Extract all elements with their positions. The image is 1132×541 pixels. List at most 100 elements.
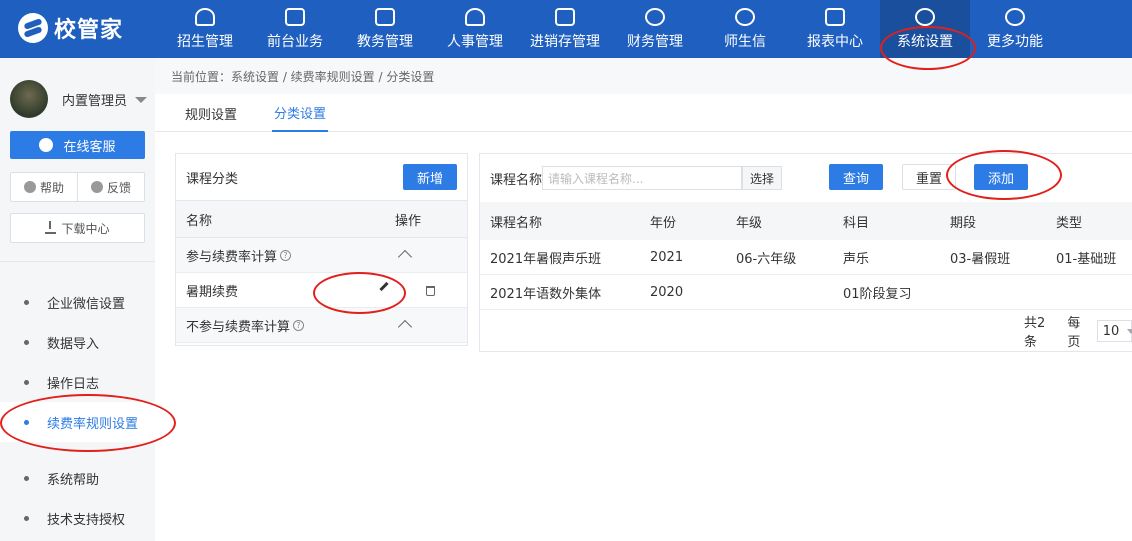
nav-item-front-desk[interactable]: 前台业务 bbox=[255, 0, 335, 58]
sidebar-item-label: 企业微信设置 bbox=[47, 296, 126, 312]
page-size-select[interactable]: 10 bbox=[1096, 320, 1132, 342]
app-logo[interactable]: 校管家 bbox=[18, 11, 123, 45]
sidebar-item-tech-support[interactable]: 技术支持授权 bbox=[0, 498, 155, 538]
nav-item-academic[interactable]: 教务管理 bbox=[345, 0, 425, 58]
nav-item-inventory[interactable]: 进销存管理 bbox=[520, 0, 610, 58]
logo-text: 校管家 bbox=[54, 18, 124, 43]
download-center-button[interactable]: 下载中心 bbox=[10, 213, 145, 243]
help-question-icon[interactable]: ? bbox=[280, 249, 292, 261]
question-icon bbox=[23, 181, 36, 193]
nav-item-finance[interactable]: 财务管理 bbox=[615, 0, 695, 58]
avatar bbox=[10, 80, 48, 118]
course-table-header: 课程名称 年份 年级 科目 期段 类型 bbox=[480, 202, 1132, 240]
table-cell: 2021 bbox=[650, 249, 684, 265]
annotation-circle bbox=[946, 150, 1062, 200]
nav-item-label: 师生信 bbox=[724, 33, 766, 50]
nav-item-label: 报表中心 bbox=[807, 33, 863, 50]
sidebar-item-import[interactable]: 数据导入 bbox=[0, 322, 155, 362]
new-category-button[interactable]: 新增 bbox=[402, 164, 457, 190]
sidebar-item-wecom[interactable]: 企业微信设置 bbox=[0, 282, 155, 322]
pagination: 共2条 每页 10 bbox=[1024, 316, 1132, 350]
nav-item-label: 财务管理 bbox=[627, 33, 683, 50]
table-cell: 声乐 bbox=[843, 251, 870, 267]
sidebar-divider bbox=[0, 261, 155, 262]
caret-down-icon bbox=[135, 97, 148, 103]
nav-item-more[interactable]: 更多功能 bbox=[975, 0, 1055, 58]
sidebar-item-label: 操作日志 bbox=[47, 376, 100, 392]
inventory-icon bbox=[555, 7, 575, 26]
column-header: 期段 bbox=[950, 215, 977, 231]
column-header: 类型 bbox=[1056, 215, 1083, 231]
help-feedback-group: 帮助 反馈 bbox=[10, 172, 145, 202]
category-item-label: 暑期续费 bbox=[186, 284, 239, 300]
nav-item-label: 进销存管理 bbox=[530, 33, 600, 50]
nav-item-label: 教务管理 bbox=[357, 33, 413, 50]
nav-item-reports[interactable]: 报表中心 bbox=[795, 0, 875, 58]
feedback-label: 反馈 bbox=[106, 180, 131, 195]
help-label: 帮助 bbox=[39, 180, 64, 195]
tab-rule-settings[interactable]: 规则设置 bbox=[185, 94, 237, 132]
chat-bubble-icon bbox=[39, 138, 54, 152]
download-label: 下载中心 bbox=[61, 221, 110, 236]
nav-item-messages[interactable]: 师生信 bbox=[705, 0, 785, 58]
bullet-icon bbox=[24, 515, 29, 521]
nav-item-hr[interactable]: 人事管理 bbox=[435, 0, 515, 58]
chat-icon bbox=[735, 7, 755, 26]
download-icon bbox=[45, 220, 57, 234]
bullet-icon bbox=[24, 379, 29, 385]
sidebar-item-label: 数据导入 bbox=[47, 336, 100, 352]
annotation-circle bbox=[0, 394, 176, 452]
chevron-up-icon[interactable] bbox=[397, 249, 413, 265]
table-row[interactable]: 2021年语数外集体 2020 01阶段复习 bbox=[480, 275, 1132, 310]
user-name: 内置管理员 bbox=[62, 93, 128, 109]
column-header: 年级 bbox=[736, 215, 763, 231]
course-name-filter-label: 课程名称 bbox=[490, 172, 543, 188]
table-cell: 01阶段复习 bbox=[843, 286, 912, 302]
category-panel-header: 课程分类 新增 bbox=[176, 154, 467, 200]
report-icon bbox=[825, 7, 845, 26]
tab-category-settings[interactable]: 分类设置 bbox=[272, 94, 329, 132]
feedback-icon bbox=[90, 181, 103, 193]
chevron-up-icon[interactable] bbox=[397, 319, 413, 335]
column-header: 科目 bbox=[843, 215, 870, 231]
category-panel-title: 课程分类 bbox=[186, 171, 239, 187]
column-header-name: 名称 bbox=[186, 213, 213, 229]
nav-item-label: 更多功能 bbox=[987, 33, 1043, 50]
category-table-header: 名称 操作 bbox=[176, 200, 467, 238]
online-service-label: 在线客服 bbox=[63, 139, 116, 155]
category-group-row[interactable]: 参与续费率计算 ? bbox=[176, 238, 467, 273]
table-cell: 2021年语数外集体 bbox=[490, 286, 602, 302]
course-name-input[interactable]: 请输入课程名称... bbox=[542, 166, 742, 190]
breadcrumb: 当前位置：系统设置 / 续费率规则设置 / 分类设置 bbox=[155, 58, 1132, 94]
help-button[interactable]: 帮助 bbox=[11, 173, 77, 201]
person-plus-icon bbox=[195, 7, 215, 26]
finance-icon bbox=[645, 7, 665, 26]
table-cell: 03-暑假班 bbox=[950, 251, 1011, 267]
help-question-icon[interactable]: ? bbox=[293, 319, 305, 331]
sidebar-item-help[interactable]: 系统帮助 bbox=[0, 458, 155, 498]
column-header: 课程名称 bbox=[490, 215, 543, 231]
online-service-button[interactable]: 在线客服 bbox=[10, 131, 145, 159]
book-icon bbox=[375, 7, 395, 26]
nav-item-label: 招生管理 bbox=[177, 33, 233, 50]
column-header: 年份 bbox=[650, 215, 677, 231]
bullet-icon bbox=[24, 299, 29, 305]
delete-icon[interactable] bbox=[426, 286, 435, 296]
query-button[interactable]: 查询 bbox=[829, 164, 883, 190]
select-course-button[interactable]: 选择 bbox=[742, 166, 782, 190]
category-group-row[interactable]: 不参与续费率计算 ? bbox=[176, 308, 467, 343]
per-page-label: 每页 bbox=[1067, 316, 1081, 350]
category-panel: 课程分类 新增 名称 操作 参与续费率计算 ? 暑期续费 不参与续费率计算 ? bbox=[175, 153, 468, 346]
nav-item-enrollment[interactable]: 招生管理 bbox=[165, 0, 245, 58]
user-menu[interactable]: 内置管理员 bbox=[10, 80, 148, 118]
desk-icon bbox=[285, 7, 305, 26]
tab-bar: 规则设置 分类设置 bbox=[155, 94, 1132, 132]
category-group-label: 不参与续费率计算 bbox=[186, 319, 291, 335]
category-group-label: 参与续费率计算 bbox=[186, 249, 278, 265]
table-row[interactable]: 2021年暑假声乐班 2021 06-六年级 声乐 03-暑假班 01-基础班 bbox=[480, 240, 1132, 275]
sidebar-item-label: 技术支持授权 bbox=[47, 512, 126, 528]
person-icon bbox=[465, 7, 485, 26]
total-count: 共2条 bbox=[1024, 316, 1046, 350]
annotation-circle bbox=[313, 272, 406, 314]
feedback-button[interactable]: 反馈 bbox=[77, 173, 144, 201]
